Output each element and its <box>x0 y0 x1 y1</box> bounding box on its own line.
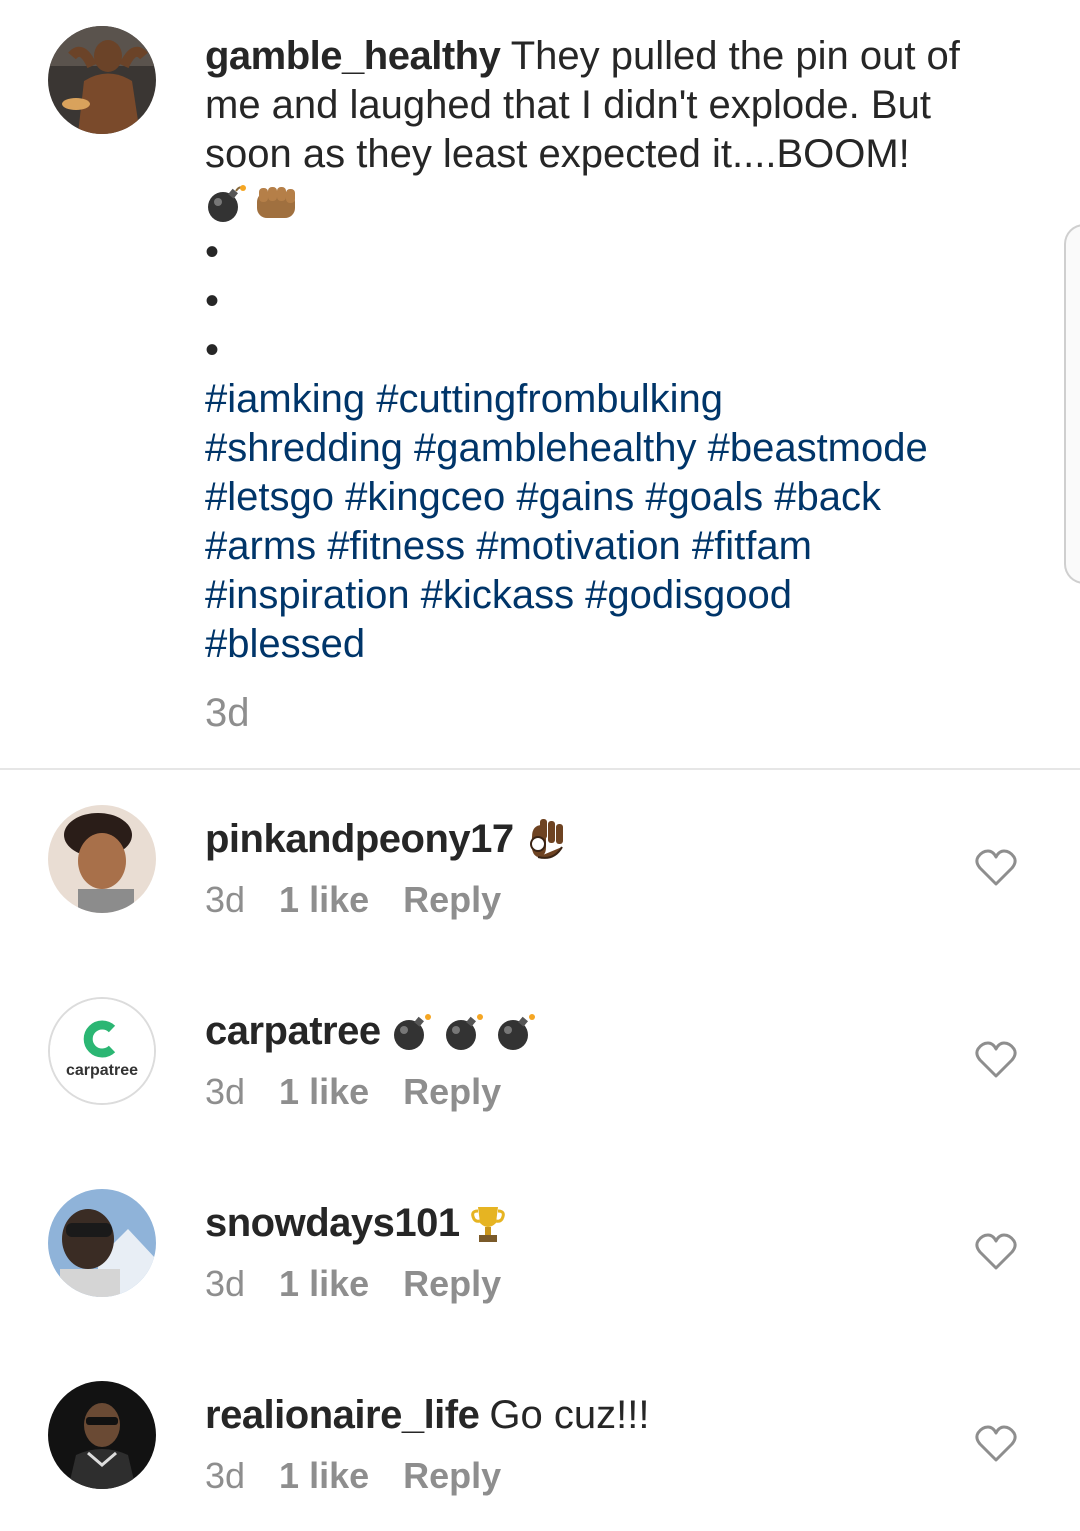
heart-icon[interactable] <box>975 849 1017 887</box>
hashtag-line[interactable]: #arms #fitness #motivation #fitfam <box>205 522 1005 571</box>
commenter-avatar[interactable] <box>48 805 156 913</box>
comment-likes[interactable]: 1 like <box>279 879 369 921</box>
comment-text: carpatree <box>205 1007 537 1056</box>
comment-meta: 3d 1 like Reply <box>205 879 501 921</box>
comment-likes[interactable]: 1 like <box>279 1455 369 1497</box>
comment-likes[interactable]: 1 like <box>279 1263 369 1305</box>
post-author-avatar[interactable] <box>48 26 156 134</box>
comment-time: 3d <box>205 1455 246 1496</box>
comment-text: realionaire_life Go cuz!!! <box>205 1391 649 1440</box>
caption-dot: • <box>205 328 220 372</box>
reply-button[interactable]: Reply <box>403 879 501 921</box>
comment-item: realionaire_life Go cuz!!! 3d 1 like Rep… <box>0 1381 1080 1531</box>
comment-item: pinkandpeony17 3d 1 like Reply <box>0 805 1080 955</box>
bomb-icon <box>497 1013 535 1050</box>
caption-line-3: soon as they least expected it....BOOM! <box>205 132 910 176</box>
commenter-username[interactable]: realionaire_life <box>205 1391 480 1440</box>
commenter-avatar[interactable]: carpatree <box>48 997 156 1105</box>
bomb-icon <box>445 1013 483 1050</box>
caption-dot: • <box>205 230 220 274</box>
commenter-username[interactable]: pinkandpeony17 <box>205 815 514 864</box>
comment-time: 3d <box>205 1071 246 1112</box>
heart-icon[interactable] <box>975 1041 1017 1079</box>
heart-icon[interactable] <box>975 1425 1017 1463</box>
reply-button[interactable]: Reply <box>403 1455 501 1497</box>
caption-emojis <box>205 179 1005 228</box>
comment-meta: 3d 1 like Reply <box>205 1455 501 1497</box>
edge-panel-handle[interactable] <box>1064 224 1080 584</box>
ok-hand-icon <box>529 818 563 859</box>
comment-time: 3d <box>205 1263 246 1304</box>
hashtag-line[interactable]: #shredding #gamblehealthy #beastmode <box>205 424 1005 473</box>
bomb-icon <box>393 1013 431 1050</box>
commenter-avatar[interactable] <box>48 1189 156 1297</box>
comment-meta: 3d 1 like Reply <box>205 1263 501 1305</box>
divider <box>0 768 1080 770</box>
svg-text:carpatree: carpatree <box>66 1062 138 1079</box>
comment-body: Go cuz!!! <box>489 1393 650 1437</box>
comment-meta: 3d 1 like Reply <box>205 1071 501 1113</box>
comment-item: snowdays101 3d 1 like Reply <box>0 1189 1080 1339</box>
hashtag-line[interactable]: #letsgo #kingceo #gains #goals #back <box>205 473 1005 522</box>
comment-text: pinkandpeony17 <box>205 815 568 864</box>
reply-button[interactable]: Reply <box>403 1263 501 1305</box>
caption-line-2: me and laughed that I didn't explode. Bu… <box>205 83 931 127</box>
reply-button[interactable]: Reply <box>403 1071 501 1113</box>
post-caption: gamble_healthy They pulled the pin out o… <box>205 32 1005 738</box>
heart-icon[interactable] <box>975 1233 1017 1271</box>
comment-text: snowdays101 <box>205 1199 506 1248</box>
hashtag-line[interactable]: #iamking #cuttingfrombulking <box>205 375 1005 424</box>
hashtag-line[interactable]: #blessed <box>205 620 1005 669</box>
caption-dot: • <box>205 279 220 323</box>
caption-line-1: They pulled the pin out of <box>510 34 960 78</box>
comment-likes[interactable]: 1 like <box>279 1071 369 1113</box>
fist-icon <box>257 186 295 218</box>
carpatree-logo-icon: carpatree <box>50 999 154 1103</box>
trophy-icon <box>470 1206 505 1242</box>
comment-time: 3d <box>205 879 246 920</box>
commenter-username[interactable]: carpatree <box>205 1007 381 1056</box>
hashtag-line[interactable]: #inspiration #kickass #godisgood <box>205 571 1005 620</box>
commenter-username[interactable]: snowdays101 <box>205 1199 460 1248</box>
post-timestamp: 3d <box>205 691 250 735</box>
comment-item: carpatree carpatree 3d 1 like Reply <box>0 997 1080 1147</box>
bomb-icon <box>208 184 246 222</box>
commenter-avatar[interactable] <box>48 1381 156 1489</box>
post-author-username[interactable]: gamble_healthy <box>205 34 501 78</box>
